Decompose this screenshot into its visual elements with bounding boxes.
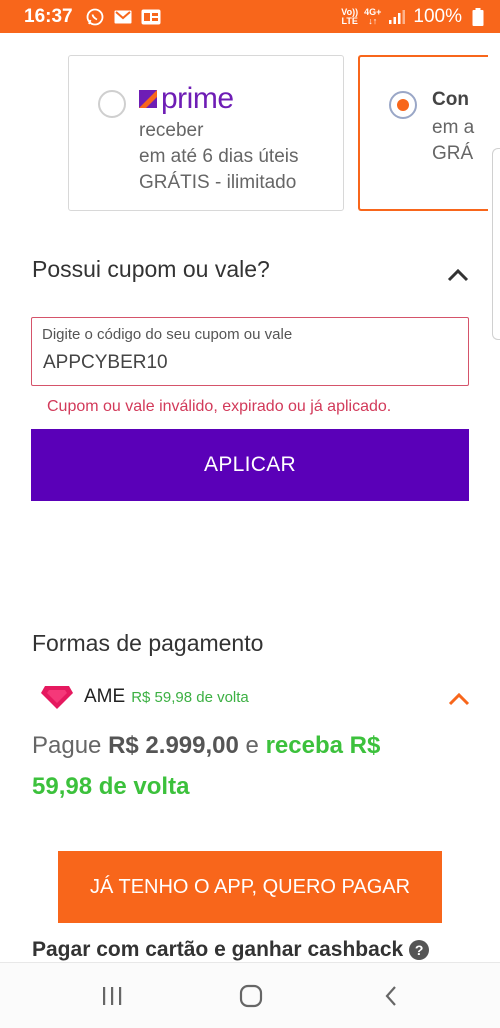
- back-icon[interactable]: [376, 981, 406, 1011]
- network-4g-indicator: 4G+ ↓↑: [364, 6, 382, 26]
- prime-radio[interactable]: [98, 90, 126, 118]
- chevron-up-icon[interactable]: [448, 692, 470, 706]
- ame-cashback-label: R$ 59,98 de volta: [131, 688, 249, 706]
- app-notification-icon: [141, 8, 161, 25]
- scroll-handle[interactable]: [492, 148, 500, 340]
- card-cashback-heading: Pagar com cartão e ganhar cashback ?: [32, 938, 430, 962]
- gmail-icon: [113, 8, 133, 25]
- prime-description: receber em até 6 dias úteis GRÁTIS - ili…: [139, 120, 299, 193]
- prime-logo: prime: [139, 84, 234, 114]
- shipping-option-prime[interactable]: prime receber em até 6 dias úteis GRÁTIS…: [68, 55, 344, 211]
- volte-indicator: Vo)) LTE: [341, 6, 359, 26]
- pay-summary-line1: Pague R$ 2.999,00 e receba R$: [32, 732, 381, 759]
- ame-payment-option[interactable]: AME R$ 59,98 de volta: [40, 684, 249, 710]
- recents-icon[interactable]: [97, 981, 127, 1011]
- ame-heart-icon: [41, 686, 73, 709]
- status-time: 16:37: [24, 5, 73, 27]
- pay-with-app-button[interactable]: JÁ TENHO O APP, QUERO PAGAR: [58, 851, 442, 923]
- pay-amount: R$ 2.999,00: [108, 732, 239, 759]
- ame-name: AME: [84, 686, 126, 707]
- pay-summary-line2: 59,98 de volta: [32, 773, 190, 800]
- coupon-field[interactable]: Digite o código do seu cupom ou vale: [31, 317, 469, 386]
- payment-section-title: Formas de pagamento: [32, 630, 264, 656]
- coupon-input[interactable]: [43, 352, 443, 374]
- coupon-section-title: Possui cupom ou vale?: [32, 256, 270, 282]
- receive-cashback-text: receba R$: [265, 732, 381, 759]
- battery-icon: [468, 7, 488, 26]
- conventional-description: em a GRÁ: [432, 117, 475, 164]
- coupon-field-label: Digite o código do seu cupom ou vale: [42, 326, 293, 343]
- home-icon[interactable]: [236, 981, 266, 1011]
- apply-coupon-button[interactable]: APLICAR: [31, 429, 469, 501]
- conventional-radio[interactable]: [389, 91, 417, 119]
- chevron-up-icon[interactable]: [447, 268, 469, 282]
- whatsapp-icon: [85, 8, 105, 25]
- coupon-error-message: Cupom ou vale inválido, expirado ou já a…: [47, 398, 392, 415]
- status-bar: 16:37 Vo)) LTE 4G+ ↓↑ 100%: [0, 0, 500, 33]
- signal-icon: [387, 8, 407, 25]
- system-nav-bar: [0, 962, 500, 1028]
- shipping-option-conventional[interactable]: Con em a GRÁ: [358, 55, 488, 211]
- conventional-title: Con: [432, 89, 469, 110]
- radio-selected-dot: [397, 99, 409, 111]
- battery-percentage: 100%: [413, 5, 462, 27]
- prime-logo-text: prime: [161, 82, 234, 115]
- help-icon[interactable]: ?: [409, 940, 430, 960]
- prime-mark-icon: [139, 90, 157, 108]
